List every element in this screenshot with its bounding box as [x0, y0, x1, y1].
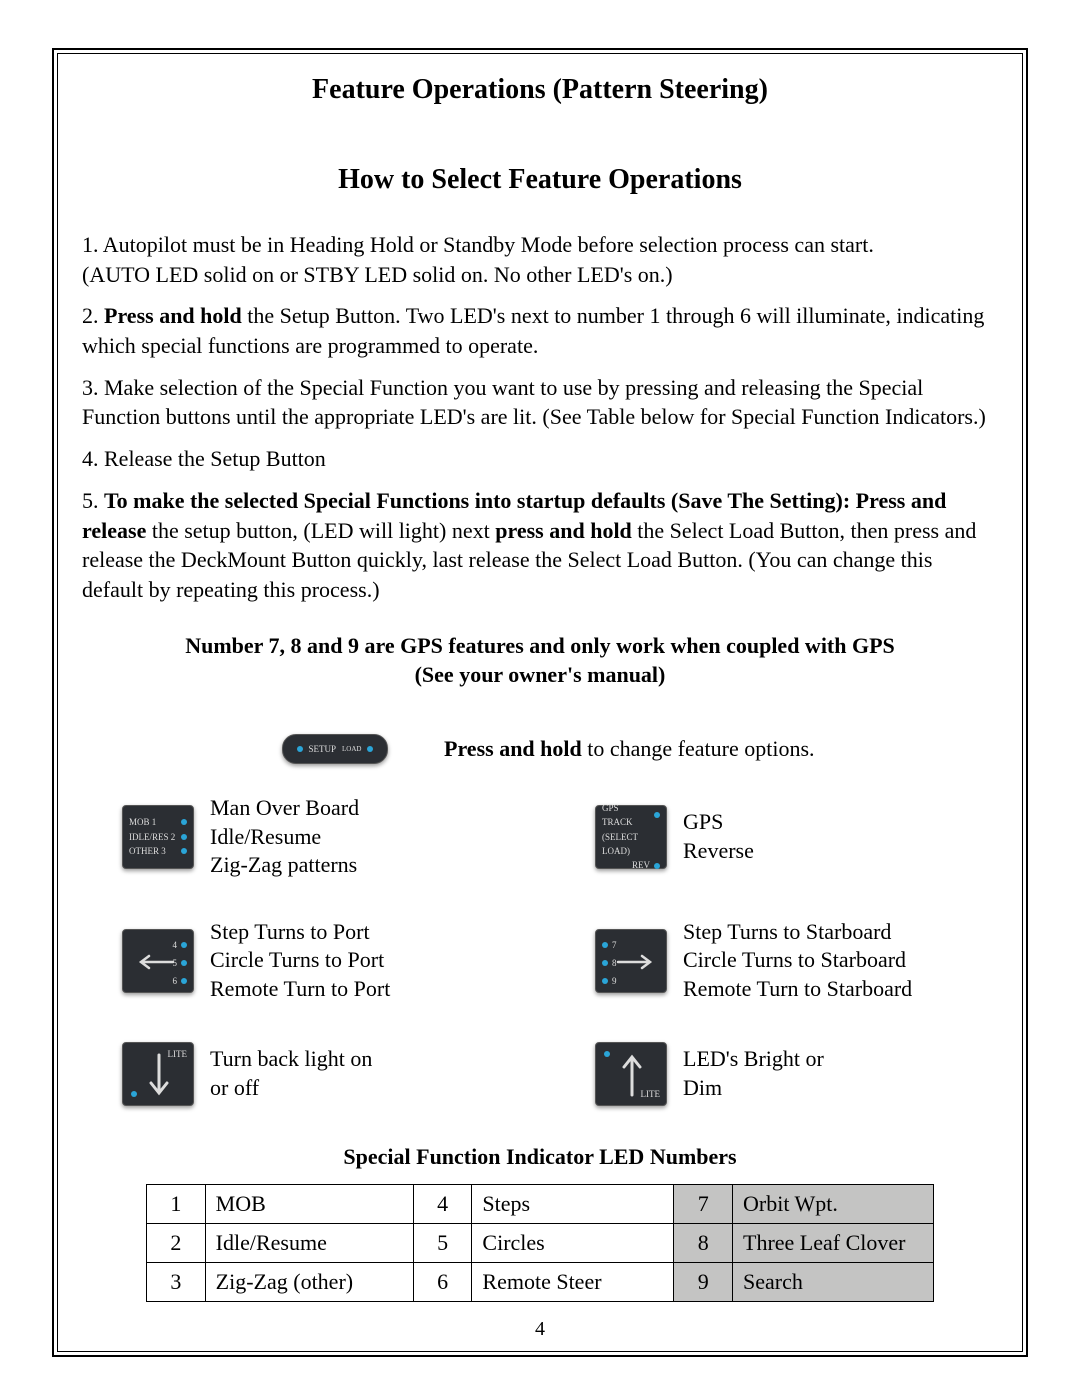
cell: Idle/Resume	[205, 1223, 413, 1262]
panel-mob: MOB 1 IDLE/RES 2 OTHER 3 Man Over Board …	[122, 794, 485, 880]
cell: 1	[147, 1184, 206, 1223]
panel-br-l1: LED's Bright or	[683, 1045, 824, 1074]
cell: Zig-Zag (other)	[205, 1262, 413, 1301]
mob-icon: MOB 1 IDLE/RES 2 OTHER 3	[122, 805, 194, 869]
mob-i2: IDLE/RES 2	[129, 830, 175, 844]
panel-stb-l3: Remote Turn to Starboard	[683, 975, 912, 1004]
cell: 8	[674, 1223, 733, 1262]
panel-backlight: LITE Turn back light on or off	[122, 1042, 485, 1106]
step-2-bold: Press and hold	[104, 303, 242, 328]
panel-port-l1: Step Turns to Port	[210, 918, 390, 947]
step-2: 2. Press and hold the Setup Button. Two …	[82, 301, 998, 360]
cell: Three Leaf Clover	[733, 1223, 934, 1262]
stb-i3: 9	[612, 974, 617, 988]
setup-instruction: Press and hold to change feature options…	[444, 734, 815, 764]
cell: 5	[413, 1223, 472, 1262]
cell: 9	[674, 1262, 733, 1301]
table-row: 3 Zig-Zag (other) 6 Remote Steer 9 Searc…	[147, 1262, 934, 1301]
page-title: Feature Operations (Pattern Steering)	[82, 74, 998, 106]
panel-stb-l2: Circle Turns to Starboard	[683, 946, 912, 975]
panel-port-l2: Circle Turns to Port	[210, 946, 390, 975]
mob-i1: MOB 1	[129, 815, 156, 829]
cell: 7	[674, 1184, 733, 1223]
panel-mob-l1: Man Over Board	[210, 794, 359, 823]
load-label: LOAD	[342, 745, 361, 753]
step-5-p1: the setup button, (LED will light) next	[146, 518, 495, 543]
table-row: 2 Idle/Resume 5 Circles 8 Three Leaf Clo…	[147, 1223, 934, 1262]
step-4: 4. Release the Setup Button	[82, 444, 998, 474]
cell: MOB	[205, 1184, 413, 1223]
gps-icon: GPS TRACK (SELECT LOAD) REV	[595, 805, 667, 869]
panel-port: 4 5 6 Step Turns to Port Circle Turns to…	[122, 918, 485, 1004]
port-i3: 6	[173, 974, 178, 988]
gps-i1: GPS TRACK	[602, 801, 650, 830]
br-i1: LITE	[641, 1089, 661, 1099]
gps-note-2: (See your owner's manual)	[82, 660, 998, 690]
setup-instruction-bold: Press and hold	[444, 736, 582, 761]
cell: 2	[147, 1223, 206, 1262]
cell: Search	[733, 1262, 934, 1301]
page-number: 4	[58, 1318, 1022, 1341]
gps-note-1: Number 7, 8 and 9 are GPS features and o…	[82, 631, 998, 661]
cell: Steps	[472, 1184, 674, 1223]
setup-button-icon: SETUP LOAD	[282, 734, 388, 764]
bl-i1: LITE	[168, 1049, 188, 1059]
gps-i3: REV	[632, 858, 650, 872]
panel-port-l3: Remote Turn to Port	[210, 975, 390, 1004]
bright-up-icon: LITE	[595, 1042, 667, 1106]
step-5: 5. To make the selected Special Function…	[82, 486, 998, 605]
cell: 3	[147, 1262, 206, 1301]
cell: Remote Steer	[472, 1262, 674, 1301]
panel-bright: LITE LED's Bright or Dim	[595, 1042, 958, 1106]
step-1b: (AUTO LED solid on or STBY LED solid on.…	[82, 260, 998, 290]
cell: 6	[413, 1262, 472, 1301]
panel-bl-l2: or off	[210, 1074, 372, 1103]
panel-mob-l2: Idle/Resume	[210, 823, 359, 852]
port-i2: 5	[173, 956, 178, 970]
panel-gps: GPS TRACK (SELECT LOAD) REV GPS Reverse	[595, 794, 958, 880]
step-3: 3. Make selection of the Special Functio…	[82, 373, 998, 432]
step-5-bold2: press and hold	[495, 518, 632, 543]
stb-i2: 8	[612, 956, 617, 970]
backlight-down-icon: LITE	[122, 1042, 194, 1106]
step-5-pre: 5.	[82, 488, 104, 513]
panel-bl-l1: Turn back light on	[210, 1045, 372, 1074]
mob-i3: OTHER 3	[129, 844, 166, 858]
panel-stb-l1: Step Turns to Starboard	[683, 918, 912, 947]
panel-gps-l2: Reverse	[683, 837, 754, 866]
table-title: Special Function Indicator LED Numbers	[82, 1144, 998, 1170]
step-2-pre: 2.	[82, 303, 104, 328]
port-arrow-icon: 4 5 6	[122, 929, 194, 993]
gps-i2: (SELECT LOAD)	[602, 830, 660, 859]
led-table: 1 MOB 4 Steps 7 Orbit Wpt. 2 Idle/Resume…	[146, 1184, 934, 1302]
panel-gps-l1: GPS	[683, 808, 754, 837]
starboard-arrow-icon: 7 8 9	[595, 929, 667, 993]
cell: 4	[413, 1184, 472, 1223]
port-i1: 4	[173, 938, 178, 952]
setup-label: SETUP	[309, 744, 337, 754]
section-title: How to Select Feature Operations	[82, 164, 998, 196]
step-1a: 1. Autopilot must be in Heading Hold or …	[82, 230, 998, 260]
cell: Orbit Wpt.	[733, 1184, 934, 1223]
panel-br-l2: Dim	[683, 1074, 824, 1103]
cell: Circles	[472, 1223, 674, 1262]
setup-instruction-rest: to change feature options.	[582, 736, 815, 761]
table-row: 1 MOB 4 Steps 7 Orbit Wpt.	[147, 1184, 934, 1223]
panel-starboard: 7 8 9 Step Turns to Starboard Circle Tur…	[595, 918, 958, 1004]
stb-i1: 7	[612, 938, 617, 952]
panel-mob-l3: Zig-Zag patterns	[210, 851, 359, 880]
